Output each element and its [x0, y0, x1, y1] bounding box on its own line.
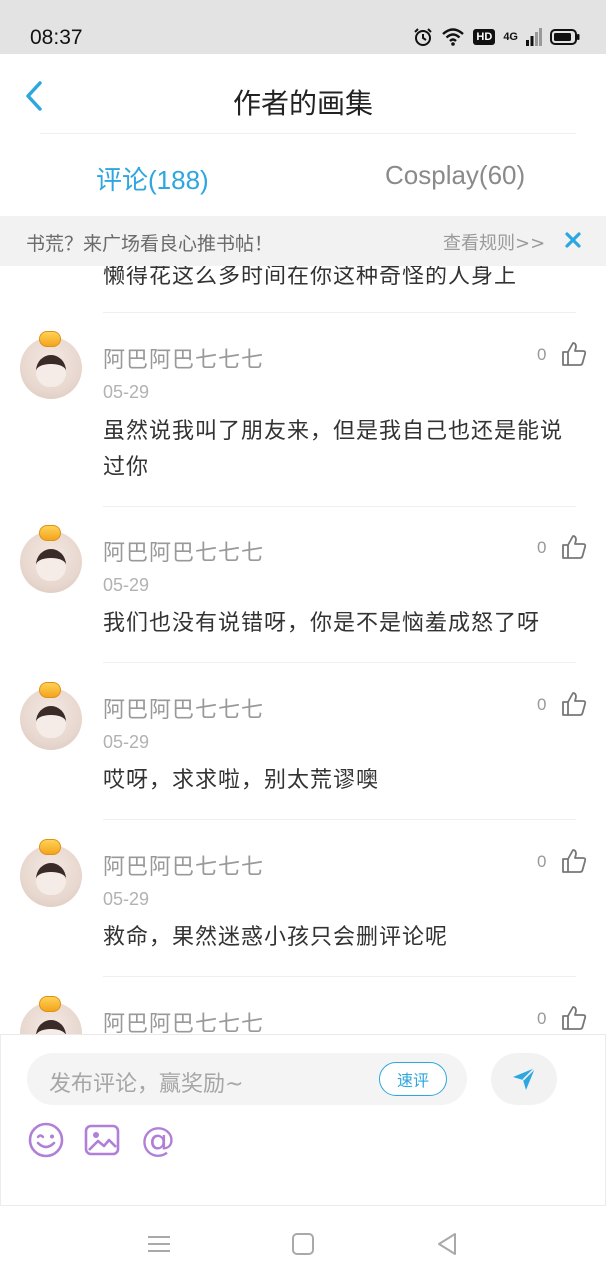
- thumbs-up-icon[interactable]: [561, 1005, 587, 1031]
- avatar-badge: [19, 523, 81, 543]
- comment-date: 05-29: [103, 732, 150, 752]
- avatar-badge: [19, 837, 81, 857]
- comment-composer: 发布评论，赢奖励~ 速评 @: [0, 1034, 606, 1206]
- comment-username[interactable]: 阿巴阿巴七七七: [103, 1006, 264, 1034]
- like-count: 0: [537, 1009, 547, 1028]
- avatar-face: [36, 549, 66, 581]
- like-count: 0: [537, 345, 547, 364]
- divider: [103, 312, 576, 313]
- tab-cosplay[interactable]: Cosplay(60): [385, 160, 525, 191]
- divider: [103, 662, 576, 663]
- status-icons: HD 4G: [413, 24, 580, 50]
- avatar[interactable]: [20, 996, 82, 1034]
- avatar[interactable]: [20, 682, 82, 750]
- close-icon[interactable]: [562, 229, 584, 251]
- page-title: 作者的画集: [232, 87, 373, 120]
- notice-banner[interactable]: 书荒？来广场看良心推书帖！ 查看规则>>: [0, 216, 606, 266]
- divider: [103, 819, 576, 820]
- send-button[interactable]: [491, 1053, 557, 1105]
- emoji-icon[interactable]: [27, 1121, 65, 1159]
- title-bar: 作者的画集: [0, 54, 606, 134]
- divider: [103, 506, 576, 507]
- signal-icon: [526, 28, 542, 46]
- network-label: 4G: [503, 31, 518, 43]
- thumbs-up-icon[interactable]: [561, 534, 587, 560]
- divider: [103, 976, 576, 977]
- view-rules-link[interactable]: 查看规则>>: [443, 229, 545, 255]
- wifi-icon: [442, 28, 465, 46]
- notice-text[interactable]: 书荒？来广场看良心推书帖！: [26, 229, 273, 256]
- avatar-face: [36, 1020, 66, 1034]
- comment-username[interactable]: 阿巴阿巴七七七: [103, 849, 264, 881]
- comment-text: 救命，果然迷惑小孩只会删评论呢: [103, 925, 449, 950]
- system-nav-bar: [0, 1206, 606, 1280]
- comment-username[interactable]: 阿巴阿巴七七七: [103, 342, 264, 374]
- avatar-badge: [19, 994, 81, 1014]
- avatar-badge: [19, 680, 81, 700]
- avatar-face: [36, 863, 66, 895]
- quick-review-button[interactable]: 速评: [379, 1062, 447, 1096]
- send-icon: [513, 1067, 536, 1090]
- comment-placeholder[interactable]: 发布评论，赢奖励~: [49, 1066, 243, 1098]
- thumbs-up-icon[interactable]: [561, 691, 587, 717]
- avatar[interactable]: [20, 331, 82, 399]
- comment-date: 05-29: [103, 575, 150, 595]
- comment-text: 我们也没有说错呀，你是不是恼羞成怒了呀: [103, 611, 541, 636]
- thumbs-up-icon[interactable]: [561, 341, 587, 367]
- comment-username[interactable]: 阿巴阿巴七七七: [103, 692, 264, 724]
- avatar[interactable]: [20, 525, 82, 593]
- image-icon[interactable]: [83, 1121, 121, 1159]
- avatar-face: [36, 355, 66, 387]
- comment-date: 05-29: [103, 382, 150, 402]
- comment-text: 虽然说我叫了朋友来，但是我自己也还是能说过你: [103, 419, 564, 480]
- comment-text: 哎呀，求求啦，别太荒谬噢: [103, 768, 380, 793]
- battery-icon: [550, 29, 580, 45]
- tab-bar: 评论(188) Cosplay(60): [0, 134, 606, 216]
- avatar-badge: [19, 329, 81, 349]
- avatar-face: [36, 706, 66, 738]
- comment-username[interactable]: 阿巴阿巴七七七: [103, 535, 264, 567]
- like-count: 0: [537, 538, 547, 557]
- comment-text: 懒得花这么多时间在你这种奇怪的人身上: [103, 266, 518, 289]
- avatar[interactable]: [20, 839, 82, 907]
- menu-icon[interactable]: [145, 1230, 173, 1258]
- back-triangle-icon[interactable]: [433, 1230, 461, 1258]
- like-count: 0: [537, 852, 547, 871]
- home-icon[interactable]: [289, 1230, 317, 1258]
- comment-feed[interactable]: 懒得花这么多时间在你这种奇怪的人身上 阿巴阿巴七七七 05-29 0 虽然说我叫…: [0, 266, 606, 1034]
- svg-text:@: @: [141, 1121, 175, 1159]
- tab-comments[interactable]: 评论(188): [96, 160, 209, 197]
- thumbs-up-icon[interactable]: [561, 848, 587, 874]
- comment-input[interactable]: 发布评论，赢奖励~ 速评: [27, 1053, 467, 1105]
- status-bar: 08:37 HD 4G: [0, 0, 606, 54]
- hd-icon: HD: [473, 29, 496, 45]
- alarm-icon: [414, 28, 433, 46]
- comment-date: 05-29: [103, 889, 150, 909]
- mention-icon[interactable]: @: [139, 1121, 177, 1159]
- status-time: 08:37: [30, 26, 83, 49]
- like-count: 0: [537, 695, 547, 714]
